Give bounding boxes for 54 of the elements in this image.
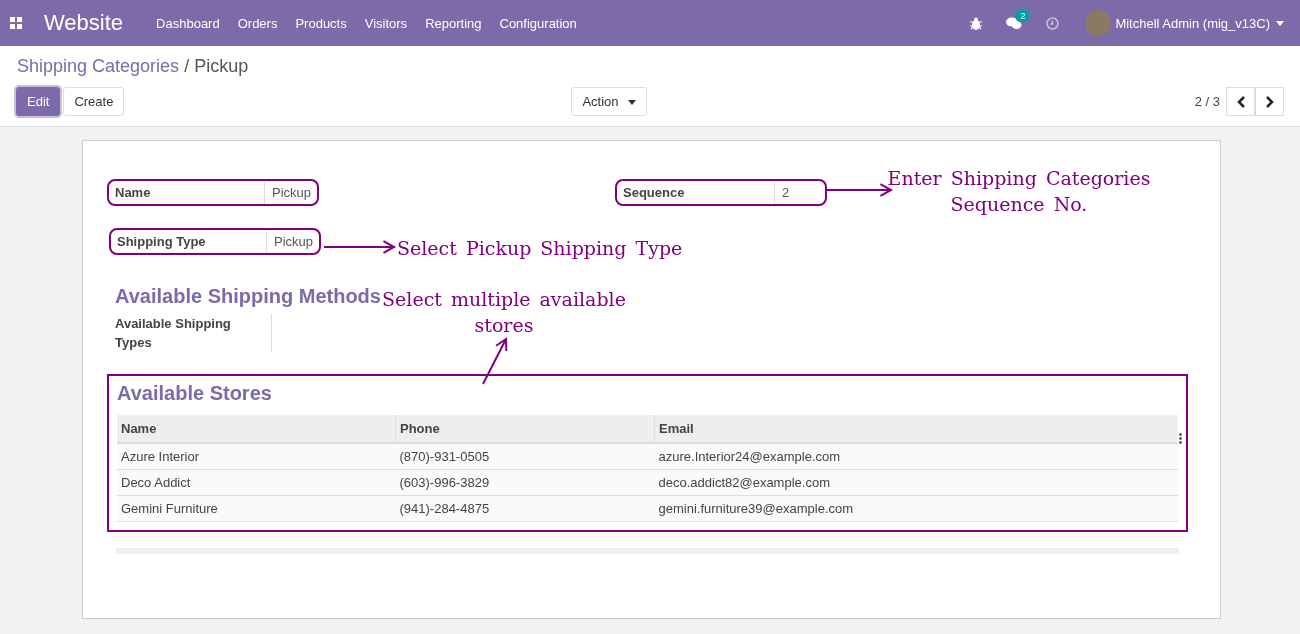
column-header[interactable]: Phone <box>395 415 655 443</box>
next-button[interactable] <box>1255 87 1284 116</box>
app-title: Website <box>44 10 124 36</box>
edit-button[interactable]: Edit <box>16 87 61 116</box>
table-cell: deco.addict82@example.com <box>654 469 1178 496</box>
caret-icon <box>628 100 637 106</box>
table-cell: (603)-996-3829 <box>395 469 655 496</box>
menu-item[interactable]: Reporting <box>416 15 491 31</box>
table-cell: Deco Addict <box>117 469 396 496</box>
breadcrumb-current: Pickup <box>194 56 249 76</box>
table-cell: (941)-284-4875 <box>395 495 655 522</box>
column-header[interactable]: Name <box>117 415 396 443</box>
breadcrumb-link[interactable]: Shipping Categories <box>17 56 180 76</box>
pager-counter: 2 / 3 <box>1194 94 1220 109</box>
table-cell: Gemini Furniture <box>117 495 396 522</box>
chevron-left-icon <box>1236 95 1245 108</box>
apps-grid-icon[interactable] <box>10 17 22 29</box>
create-button[interactable]: Create <box>63 87 125 116</box>
previous-button[interactable] <box>1226 87 1255 116</box>
field-value: Pickup <box>265 230 313 253</box>
annotation-text: Enter Shipping Categories Sequence No. <box>886 166 1152 217</box>
table-cell: (870)-931-0505 <box>395 443 655 470</box>
field-label: Available Shipping Types <box>115 314 272 352</box>
annotation-text: Select multiple available stores <box>381 287 627 338</box>
column-header[interactable]: Email <box>654 415 1178 443</box>
section-heading: Available Stores <box>117 382 272 405</box>
action-dropdown[interactable]: Action <box>571 87 648 116</box>
field-value: 2 <box>774 181 790 204</box>
menu-item[interactable]: Configuration <box>490 15 586 31</box>
bug-icon[interactable] <box>970 16 983 30</box>
field-label: Shipping Type <box>117 234 207 249</box>
annotation-text: Select Pickup Shipping Type <box>397 236 683 261</box>
table-cell: gemini.furniture39@example.com <box>654 495 1178 522</box>
menu-item[interactable]: Products <box>286 15 356 31</box>
arrow <box>826 183 894 197</box>
notification-badge: 2 <box>1015 9 1031 22</box>
clock-icon[interactable] <box>1046 16 1060 30</box>
form-field[interactable]: Name Pickup <box>107 179 319 206</box>
menu-item[interactable]: Visitors <box>355 15 417 31</box>
field-label: Sequence <box>623 185 686 200</box>
form-field[interactable]: Shipping Type Pickup <box>109 228 321 255</box>
chevron-right-icon <box>1265 95 1274 108</box>
form-field[interactable]: Sequence 2 <box>615 179 827 206</box>
breadcrumb-separator: / <box>183 56 191 76</box>
menu-item[interactable]: Orders <box>228 15 287 31</box>
user-menu[interactable]: Mitchell Admin (mig_v13C) <box>1115 15 1284 31</box>
field-label: Name <box>115 185 152 200</box>
column-options-icon[interactable] <box>1179 433 1182 444</box>
section-heading: Available Shipping Methods <box>115 285 381 308</box>
table-cell: azure.Interior24@example.com <box>654 443 1178 470</box>
field-value: Pickup <box>263 181 311 204</box>
menu-item[interactable]: Dashboard <box>147 15 229 31</box>
caret-icon[interactable] <box>1276 20 1284 26</box>
table-cell: Azure Interior <box>117 443 396 470</box>
